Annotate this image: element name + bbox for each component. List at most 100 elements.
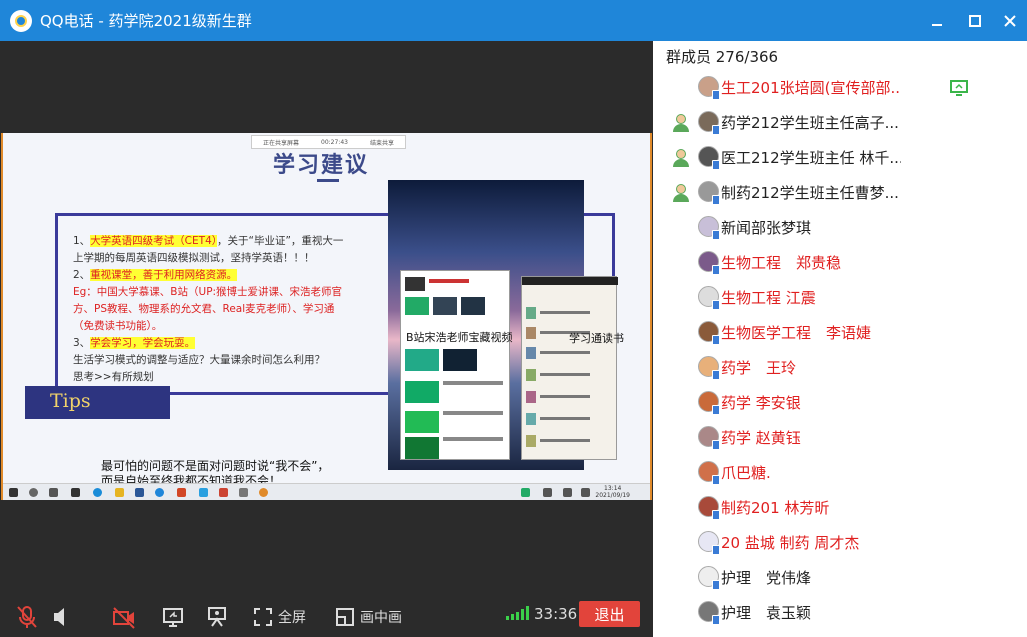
- presenter-button[interactable]: [206, 605, 228, 629]
- share-timer: 00:27:43: [321, 138, 348, 146]
- slide-heading: 学习建议: [273, 153, 370, 178]
- mic-button[interactable]: [16, 605, 38, 629]
- device-icon: [712, 615, 720, 625]
- device-icon: [712, 475, 720, 485]
- device-icon: [712, 370, 720, 380]
- member-count: 群成员 276/366: [666, 48, 779, 66]
- member-row[interactable]: 生物工程 江震: [653, 280, 1027, 315]
- admin-icon: [673, 184, 689, 202]
- stop-share-link[interactable]: 结束共享: [370, 138, 394, 147]
- tray-icon: [543, 488, 552, 497]
- member-name: 制药201 林芳昕: [721, 499, 830, 517]
- member-name: 护理 党伟烽: [721, 569, 812, 587]
- search-icon: [29, 488, 38, 497]
- slide-line: 方、PS教程、物理系的允文君、Real麦克老师）、学习通: [73, 303, 335, 315]
- fullscreen-label: 全屏: [278, 610, 306, 626]
- settings-icon: [239, 488, 248, 497]
- edge-icon: [93, 488, 102, 497]
- quote-line-1: 最可怕的问题不是面对问题时说“我不会”，: [101, 459, 330, 473]
- pip-icon: [336, 608, 354, 626]
- close-button[interactable]: [990, 0, 1027, 41]
- window-title: QQ电话 - 药学院2021级新生群: [40, 12, 252, 30]
- member-row[interactable]: 20 盐城 制药 周才杰: [653, 525, 1027, 560]
- screen-share-button[interactable]: [162, 605, 184, 629]
- member-row[interactable]: 护理 袁玉颖: [653, 595, 1027, 630]
- member-row[interactable]: 护理 党伟烽: [653, 560, 1027, 595]
- member-row[interactable]: 爪巴糖.: [653, 455, 1027, 490]
- member-name: 20 盐城 制药 周才杰: [721, 534, 860, 552]
- member-row[interactable]: 药学212学生班主任高子...: [653, 105, 1027, 140]
- member-name: 药学 赵黄钰: [721, 429, 801, 447]
- device-icon: [712, 580, 720, 590]
- screen-share-icon: [163, 608, 183, 627]
- member-row[interactable]: 生物医学工程 李语婕: [653, 315, 1027, 350]
- office-icon: [177, 488, 186, 497]
- member-name: 新闻部张梦琪: [721, 219, 812, 237]
- member-name: 生物医学工程 李语婕: [721, 324, 872, 342]
- store-icon: [71, 488, 80, 497]
- member-name: 爪巴糖.: [721, 464, 771, 482]
- slide-line: （免费读书功能）。: [73, 320, 163, 332]
- device-icon: [712, 125, 720, 135]
- wifi-icon: [563, 488, 572, 497]
- taskbar-clock: 13:14 2021/09/19: [595, 485, 630, 499]
- presenter-icon: [208, 607, 226, 627]
- member-row[interactable]: 新闻部张梦琪: [653, 210, 1027, 245]
- bilibili-caption: B站宋浩老师宝藏视频: [406, 331, 513, 344]
- bilibili-screenshot: [400, 270, 510, 460]
- tips-label: Tips: [25, 386, 170, 419]
- shared-taskbar: 13:14 2021/09/19: [3, 483, 650, 500]
- member-row[interactable]: 制药212学生班主任曹梦...: [653, 175, 1027, 210]
- member-row[interactable]: 制药201 林芳昕: [653, 490, 1027, 525]
- member-name: 生工201张培圆(宣传部部...: [721, 79, 901, 97]
- shared-screen[interactable]: 正在共享屏幕 00:27:43 结束共享 学习建议 1、大学英语四级考试（CET…: [1, 133, 652, 500]
- speaker-button[interactable]: [52, 605, 70, 629]
- share-status-text: 正在共享屏幕: [263, 139, 300, 147]
- member-row[interactable]: 生物工程 郑贵稳: [653, 245, 1027, 280]
- slide-line: 1、大学英语四级考试（CET4），关于“毕业证”，重视大一: [73, 235, 344, 247]
- device-icon: [712, 545, 720, 555]
- minimize-icon: [932, 23, 942, 26]
- device-icon: [712, 160, 720, 170]
- member-name: 药学212学生班主任高子...: [721, 114, 899, 132]
- member-row[interactable]: 生工201张培圆(宣传部部...: [653, 70, 1027, 105]
- maximize-button[interactable]: [955, 0, 995, 41]
- member-name: 护理 袁玉颖: [721, 604, 812, 622]
- member-row[interactable]: 药学 王玲: [653, 350, 1027, 385]
- folder-icon: [115, 488, 124, 497]
- member-row[interactable]: 药学 李安银: [653, 385, 1027, 420]
- ppt-icon: [219, 488, 228, 497]
- fullscreen-button[interactable]: 全屏: [254, 605, 306, 629]
- device-icon: [712, 265, 720, 275]
- heading-underline: [317, 179, 339, 182]
- call-controls: 全屏 画中画 33:36 退出: [0, 596, 653, 637]
- slide-line: 生活学习模式的调整与适应？大量课余时间怎么利用？: [73, 354, 325, 366]
- device-icon: [712, 300, 720, 310]
- xuexitong-list: [522, 277, 618, 447]
- device-icon: [712, 510, 720, 520]
- speaker-icon: [54, 608, 64, 626]
- fullscreen-icon: [254, 608, 272, 626]
- slide-line: 上学期的每周英语四级模拟测试，坚持学英语！！！: [73, 252, 315, 264]
- member-name: 制药212学生班主任曹梦...: [721, 184, 899, 202]
- member-name: 生物工程 江震: [721, 289, 816, 307]
- xuexitong-caption: 学习通读书: [569, 332, 624, 345]
- pip-label: 画中画: [360, 610, 402, 626]
- hangup-button[interactable]: 退出: [579, 601, 640, 627]
- maximize-icon: [969, 14, 981, 27]
- bilibili-thumbnails: [405, 277, 503, 459]
- taskview-icon: [49, 488, 58, 497]
- camera-button[interactable]: [112, 605, 136, 629]
- qq-logo-icon: [10, 9, 32, 32]
- minimize-button[interactable]: [917, 0, 957, 41]
- slide-text: 1、大学英语四级考试（CET4），关于“毕业证”，重视大一 上学期的每周英语四级…: [73, 233, 363, 386]
- qq-icon: [155, 488, 164, 497]
- pip-button[interactable]: 画中画: [336, 605, 402, 629]
- member-name: 医工212学生班主任 林千...: [721, 149, 901, 167]
- member-row[interactable]: 医工212学生班主任 林千...: [653, 140, 1027, 175]
- word-icon: [135, 488, 144, 497]
- member-row[interactable]: 药学 赵黄钰: [653, 420, 1027, 455]
- camera-app-icon: [259, 488, 268, 497]
- admin-icon: [673, 149, 689, 167]
- slide-line: Eg：中国大学慕课、B站（UP:猴博士爱讲课、宋浩老师官: [73, 286, 343, 298]
